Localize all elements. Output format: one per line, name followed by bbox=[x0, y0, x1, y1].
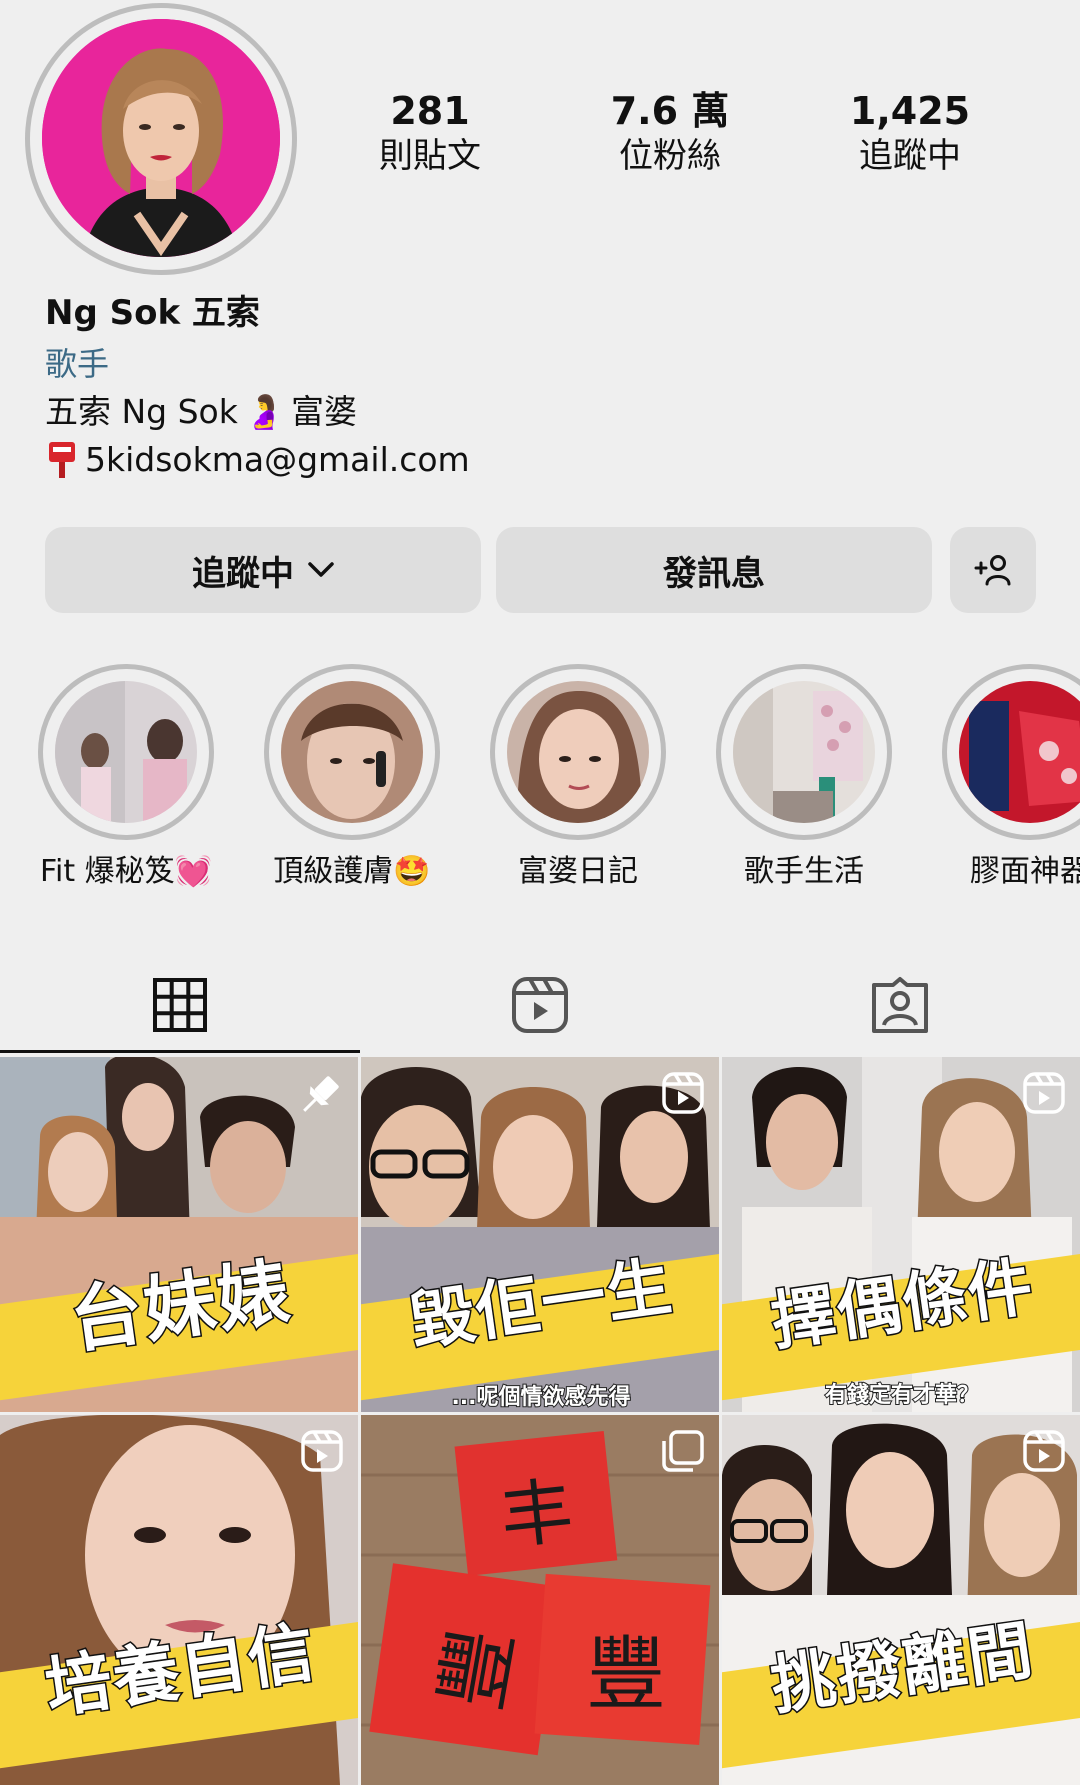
highlight-item[interactable]: 歌手生活 bbox=[716, 664, 892, 889]
chevron-down-icon bbox=[308, 562, 334, 578]
highlight-item[interactable]: 頂級護膚🤩 bbox=[264, 664, 440, 889]
highlight-label: Fit 爆秘笈💓 bbox=[39, 854, 213, 889]
message-button[interactable]: 發訊息 bbox=[496, 527, 932, 613]
highlight-ring bbox=[942, 664, 1080, 840]
post-subcaption: ...呢個情欲感先得 bbox=[450, 1384, 631, 1411]
bio-tag: 富婆 bbox=[290, 392, 357, 431]
highlight-ring bbox=[490, 664, 666, 840]
highlight-cover bbox=[733, 681, 875, 823]
carousel-icon bbox=[661, 1429, 705, 1477]
following-count: 1,425 bbox=[849, 89, 971, 133]
reel-icon bbox=[300, 1429, 344, 1477]
tab-tagged[interactable] bbox=[720, 960, 1080, 1050]
post-tile[interactable]: 丰 豐 豐 bbox=[361, 1415, 719, 1785]
suggested-users-button[interactable] bbox=[950, 527, 1036, 613]
paper-character: 豐 bbox=[424, 1621, 531, 1717]
highlight-cover bbox=[507, 681, 649, 823]
posts-label: 則貼文 bbox=[379, 136, 481, 176]
profile-bio: Ng Sok 五索 歌手 五索 Ng Sok 🤰 富婆 5kidsokma@gm… bbox=[45, 288, 1035, 484]
post-tile[interactable]: 培養自信 bbox=[0, 1415, 358, 1785]
bio-text: 五索 Ng Sok bbox=[45, 392, 238, 431]
followers-count: 7.6 萬 bbox=[610, 89, 730, 133]
pin-icon bbox=[294, 1071, 344, 1125]
postbox-icon bbox=[45, 440, 79, 480]
highlight-label: 頂級護膚🤩 bbox=[273, 854, 431, 889]
following-label: 追蹤中 bbox=[859, 136, 961, 176]
profile-name: Ng Sok 五索 bbox=[45, 293, 260, 333]
following-button[interactable]: 追蹤中 bbox=[45, 527, 481, 613]
highlight-item[interactable]: Fit 爆秘笈💓 bbox=[38, 664, 214, 889]
stat-followers[interactable]: 7.6 萬 位粉絲 bbox=[550, 88, 790, 178]
highlight-item[interactable]: 膠面神器 bbox=[942, 664, 1080, 889]
profile-stats: 281 則貼文 7.6 萬 位粉絲 1,425 追蹤中 bbox=[310, 88, 1030, 178]
highlight-ring bbox=[716, 664, 892, 840]
reel-icon bbox=[1022, 1429, 1066, 1477]
reels-icon bbox=[510, 975, 570, 1035]
followers-label: 位粉絲 bbox=[619, 136, 721, 176]
avatar[interactable] bbox=[42, 19, 280, 257]
post-subcaption: 有錢定有才華？ bbox=[824, 1382, 980, 1409]
email-line: 5kidsokma@gmail.com bbox=[45, 436, 1035, 484]
post-tile[interactable]: 擇偶條件 有錢定有才華？ bbox=[722, 1057, 1080, 1412]
highlight-ring bbox=[264, 664, 440, 840]
post-tile[interactable]: 挑撥離間 bbox=[722, 1415, 1080, 1785]
stat-posts[interactable]: 281 則貼文 bbox=[310, 88, 550, 178]
highlight-label: 富婆日記 bbox=[518, 854, 638, 889]
reel-icon bbox=[661, 1071, 705, 1119]
highlight-label: 膠面神器 bbox=[970, 854, 1080, 889]
following-button-label: 追蹤中 bbox=[192, 553, 294, 594]
add-person-icon bbox=[973, 554, 1013, 586]
stat-following[interactable]: 1,425 追蹤中 bbox=[790, 88, 1030, 178]
pregnant-woman-emoji: 🤰 bbox=[243, 392, 285, 431]
post-tile[interactable]: 台妹婊 bbox=[0, 1057, 358, 1412]
highlight-cover bbox=[959, 681, 1080, 823]
highlight-ring bbox=[38, 664, 214, 840]
highlight-cover bbox=[55, 681, 197, 823]
paper-character: 丰 bbox=[496, 1468, 577, 1560]
reel-icon bbox=[1022, 1071, 1066, 1119]
bio-line: 五索 Ng Sok 🤰 富婆 bbox=[45, 388, 1035, 436]
grid-icon bbox=[152, 977, 208, 1033]
post-tile[interactable]: 毀佢一生 ...呢個情欲感先得 bbox=[361, 1057, 719, 1412]
highlight-cover bbox=[281, 681, 423, 823]
paper-character: 豐 bbox=[586, 1628, 666, 1721]
tab-reels[interactable] bbox=[360, 960, 720, 1050]
tab-active-indicator bbox=[0, 1050, 360, 1053]
posts-count: 281 bbox=[390, 89, 470, 133]
tagged-icon bbox=[870, 975, 930, 1035]
highlight-label: 歌手生活 bbox=[744, 854, 864, 889]
highlight-item[interactable]: 富婆日記 bbox=[490, 664, 666, 889]
profile-category[interactable]: 歌手 bbox=[45, 340, 1035, 388]
email-link[interactable]: 5kidsokma@gmail.com bbox=[85, 436, 470, 484]
message-button-label: 發訊息 bbox=[663, 553, 765, 594]
tab-grid[interactable] bbox=[0, 960, 360, 1050]
